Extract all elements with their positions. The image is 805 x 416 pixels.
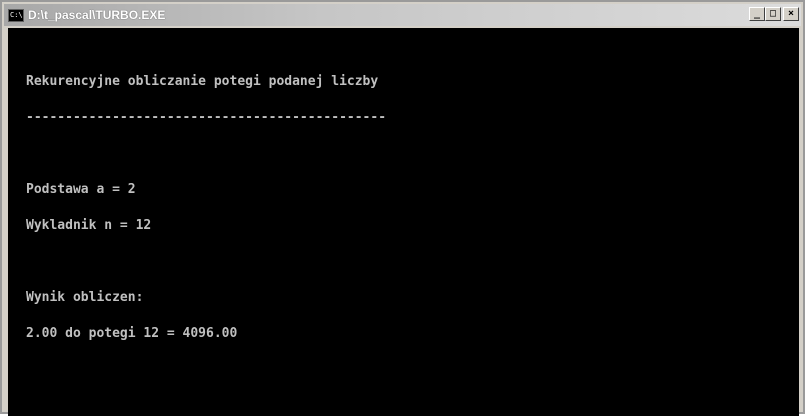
console-text: Rekurencyjne obliczanie potegi podanej l… xyxy=(26,52,386,364)
exponent-value-line: Wykladnik n = 12 xyxy=(26,218,152,233)
console-output-area[interactable]: Rekurencyjne obliczanie potegi podanej l… xyxy=(8,28,799,416)
base-value-line: Podstawa a = 2 xyxy=(26,182,136,197)
minimize-button[interactable]: _ xyxy=(749,7,765,21)
result-label: Wynik obliczen: xyxy=(26,290,144,305)
title-bar[interactable]: C:\ D:\t_pascal\TURBO.EXE _ □ × xyxy=(4,4,801,26)
close-button[interactable]: × xyxy=(783,7,799,21)
console-app-icon[interactable]: C:\ xyxy=(8,8,24,22)
window-controls: _ □ × xyxy=(749,7,799,21)
window-title: D:\t_pascal\TURBO.EXE xyxy=(28,8,166,22)
heading-separator: ----------------------------------------… xyxy=(26,110,387,125)
console-window: C:\ D:\t_pascal\TURBO.EXE _ □ × Rekurenc… xyxy=(0,0,805,416)
result-value-line: 2.00 do potegi 12 = 4096.00 xyxy=(26,326,238,341)
program-heading: Rekurencyjne obliczanie potegi podanej l… xyxy=(26,74,379,89)
maximize-button[interactable]: □ xyxy=(765,7,781,21)
